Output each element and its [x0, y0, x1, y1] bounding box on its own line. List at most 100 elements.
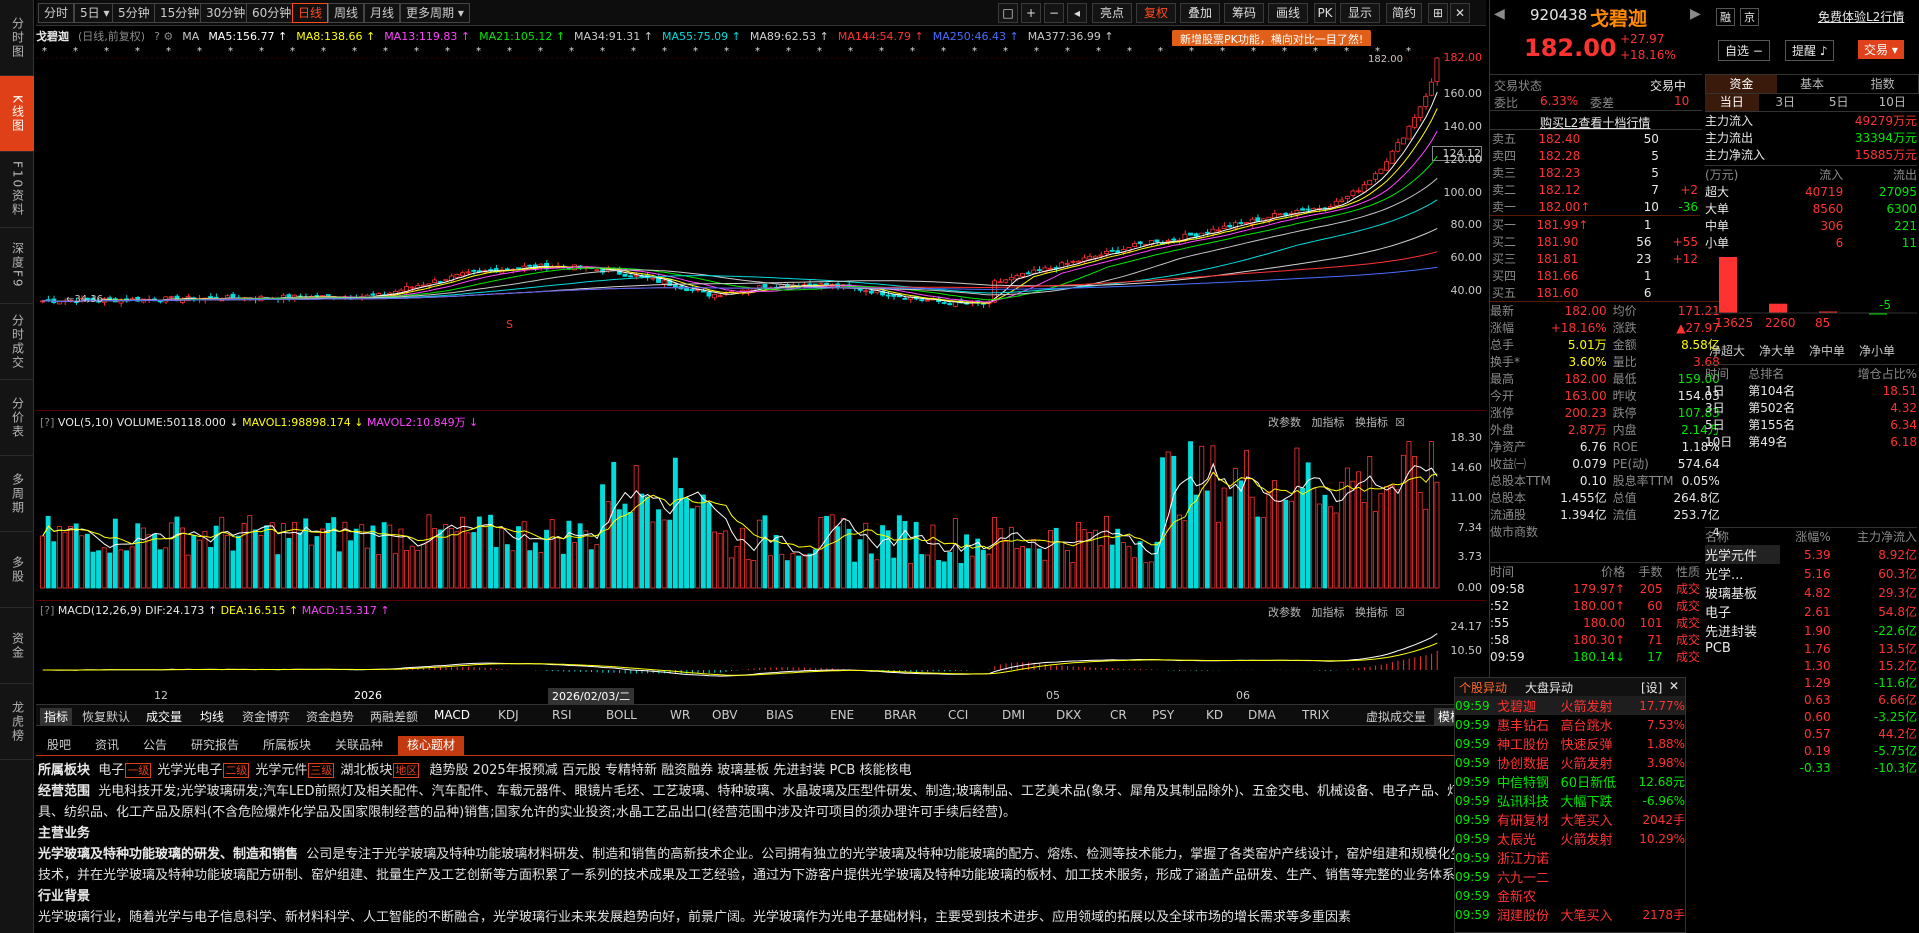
- remind-button[interactable]: 提醒 ♪: [1785, 40, 1835, 61]
- move-row[interactable]: 09:59 弘讯科技 大幅下跌 -6.96%: [1455, 791, 1685, 811]
- f10-tab-5[interactable]: 关联品种: [326, 736, 392, 755]
- period-0[interactable]: 分时: [38, 3, 75, 23]
- indicator-8[interactable]: KDJ: [498, 708, 519, 722]
- indicator-6[interactable]: 两融差额: [370, 708, 418, 725]
- sector-row[interactable]: -0.33 -10.3亿: [1705, 759, 1917, 776]
- tool-icon-3[interactable]: ◂: [1067, 3, 1087, 23]
- sell-row[interactable]: 卖一 182.00↑ 10 -36: [1490, 198, 1700, 215]
- expand-icon[interactable]: ⊞: [1428, 3, 1448, 23]
- move-row[interactable]: 09:59 协创数据 火箭发射 3.98%: [1455, 753, 1685, 773]
- sector-row[interactable]: 0.19 -5.75亿: [1705, 742, 1917, 759]
- period-5[interactable]: 60分钟: [246, 3, 298, 23]
- move-row[interactable]: 09:59 神工股份 快速反弹 1.88%: [1455, 734, 1685, 754]
- indicator-1[interactable]: 恢复默认: [82, 708, 130, 725]
- period-7[interactable]: 周线: [328, 3, 365, 23]
- buy-row[interactable]: 买二 181.90 56 +55: [1490, 233, 1700, 250]
- nav-item-1[interactable]: K线图: [0, 76, 34, 152]
- indicator-2[interactable]: 成交量: [146, 708, 182, 725]
- money-tab-1[interactable]: 基本: [1777, 75, 1848, 93]
- period-2[interactable]: 5分钟: [112, 3, 156, 23]
- f10-tab-4[interactable]: 所属板块: [254, 736, 320, 755]
- moves-tab-stock[interactable]: 个股异动: [1459, 679, 1507, 696]
- moves-settings[interactable]: [设]: [1641, 679, 1662, 696]
- trade-button[interactable]: 交易 ▾: [1858, 40, 1904, 59]
- indicator-14[interactable]: ENE: [830, 708, 854, 722]
- close-icon[interactable]: ✕: [1450, 3, 1470, 23]
- period-8[interactable]: 月线: [364, 3, 401, 23]
- sector-row[interactable]: 0.60 -3.25亿: [1705, 708, 1917, 725]
- day-tab-3[interactable]: 10日: [1866, 94, 1919, 111]
- moves-tab-market[interactable]: 大盘异动: [1525, 679, 1573, 696]
- indicator-13[interactable]: BIAS: [766, 708, 794, 722]
- move-row[interactable]: 09:59 六九一二: [1455, 867, 1685, 887]
- sector-row[interactable]: 玻璃基板 4.82 29.3亿: [1705, 583, 1917, 603]
- period-6[interactable]: 日线: [292, 3, 329, 23]
- move-row[interactable]: 09:59 浙江力诺: [1455, 848, 1685, 868]
- nav-item-2[interactable]: F10资料: [0, 152, 34, 228]
- indicator-18[interactable]: DKX: [1056, 708, 1081, 722]
- add-watchlist-button[interactable]: 自选 −: [1718, 40, 1770, 61]
- indicator-12[interactable]: OBV: [712, 708, 738, 722]
- move-row[interactable]: 09:59 惠丰钻石 高台跳水 7.53%: [1455, 715, 1685, 735]
- volume-chart[interactable]: [36, 428, 1486, 598]
- f10-tab-2[interactable]: 公告: [134, 736, 176, 755]
- tool-4[interactable]: 画线: [1268, 3, 1308, 23]
- tool-7[interactable]: 简约: [1386, 3, 1422, 23]
- nav-item-5[interactable]: 分价表: [0, 380, 34, 456]
- l2-trial-link[interactable]: 免费体验L2行情: [1818, 8, 1904, 25]
- nav-item-3[interactable]: 深度F9: [0, 228, 34, 304]
- buy-l2-link[interactable]: 购买L2查看十档行情: [1540, 114, 1650, 131]
- indicator-9[interactable]: RSI: [552, 708, 572, 722]
- tool-icon-1[interactable]: +: [1021, 3, 1041, 23]
- nav-item-8[interactable]: 资金: [0, 608, 34, 684]
- sell-row[interactable]: 卖五 182.40 50: [1490, 130, 1700, 147]
- move-row[interactable]: 09:59 金新农: [1455, 886, 1685, 906]
- f10-sector-2[interactable]: 光学元件: [255, 763, 307, 778]
- next-stock-icon[interactable]: ▶: [1690, 6, 1701, 22]
- tool-icon-0[interactable]: □: [998, 3, 1018, 23]
- f10-sector-1[interactable]: 光学光电子: [157, 763, 222, 778]
- rong-badge[interactable]: 融: [1716, 8, 1735, 26]
- nav-item-0[interactable]: 分时图: [0, 0, 34, 76]
- macd-chart[interactable]: [36, 618, 1486, 688]
- indicator-19[interactable]: CR: [1110, 708, 1127, 722]
- f10-tab-6[interactable]: 核心题材: [398, 736, 465, 755]
- sell-row[interactable]: 卖三 182.23 5: [1490, 164, 1700, 181]
- period-1[interactable]: 5日 ▾: [74, 3, 116, 23]
- money-tab-0[interactable]: 资金: [1706, 75, 1777, 93]
- tool-1[interactable]: 复权: [1136, 3, 1176, 23]
- sector-row[interactable]: 电子 2.61 54.8亿: [1705, 602, 1917, 622]
- indicator-24[interactable]: 虚拟成交量: [1366, 708, 1426, 725]
- indicator-7[interactable]: MACD: [434, 708, 470, 722]
- indicator-16[interactable]: CCI: [948, 708, 968, 722]
- sector-row[interactable]: 光学... 5.16 60.3亿: [1705, 564, 1917, 584]
- indicator-11[interactable]: WR: [670, 708, 690, 722]
- indicator-23[interactable]: TRIX: [1302, 708, 1329, 722]
- period-4[interactable]: 30分钟: [200, 3, 252, 23]
- move-row[interactable]: 09:59 中信特钢 60日新低 12.68元: [1455, 772, 1685, 792]
- jing-badge[interactable]: 京: [1740, 8, 1759, 26]
- nav-item-4[interactable]: 分时成交: [0, 304, 34, 380]
- kline-chart[interactable]: * * * * * * * * * * * * * * * * * * * * * * * * * * * * * * * * * * * * * * * *…: [36, 46, 1486, 410]
- tool-2[interactable]: 叠加: [1180, 3, 1220, 23]
- indicator-0[interactable]: 指标: [40, 708, 73, 725]
- nav-item-6[interactable]: 多周期: [0, 456, 34, 532]
- tool-3[interactable]: 筹码: [1224, 3, 1264, 23]
- prev-stock-icon[interactable]: ◀: [1494, 6, 1505, 22]
- f10-tab-1[interactable]: 资讯: [86, 736, 128, 755]
- sector-row[interactable]: 先进封装 1.90 -22.6亿: [1705, 621, 1917, 641]
- buy-row[interactable]: 买一 181.99↑ 1: [1490, 216, 1700, 234]
- f10-sector-3[interactable]: 湖北板块: [340, 763, 392, 778]
- buy-row[interactable]: 买三 181.81 23 +12: [1490, 250, 1700, 267]
- sector-row[interactable]: 1.29 -11.6亿: [1705, 674, 1917, 691]
- sector-row[interactable]: 光学元件 5.39 8.92亿: [1705, 545, 1917, 564]
- f10-tab-0[interactable]: 股吧: [38, 736, 80, 755]
- move-row[interactable]: 09:59 戈碧迦 火箭发射 17.77%: [1455, 696, 1685, 715]
- sell-row[interactable]: 卖二 182.12 7 +2: [1490, 181, 1700, 198]
- indicator-5[interactable]: 资金趋势: [306, 708, 354, 725]
- f10-tab-3[interactable]: 研究报告: [182, 736, 248, 755]
- indicator-17[interactable]: DMI: [1002, 708, 1025, 722]
- indicator-22[interactable]: DMA: [1248, 708, 1276, 722]
- sector-row[interactable]: 1.30 15.2亿: [1705, 657, 1917, 674]
- buy-row[interactable]: 买五 181.60 6: [1490, 284, 1700, 301]
